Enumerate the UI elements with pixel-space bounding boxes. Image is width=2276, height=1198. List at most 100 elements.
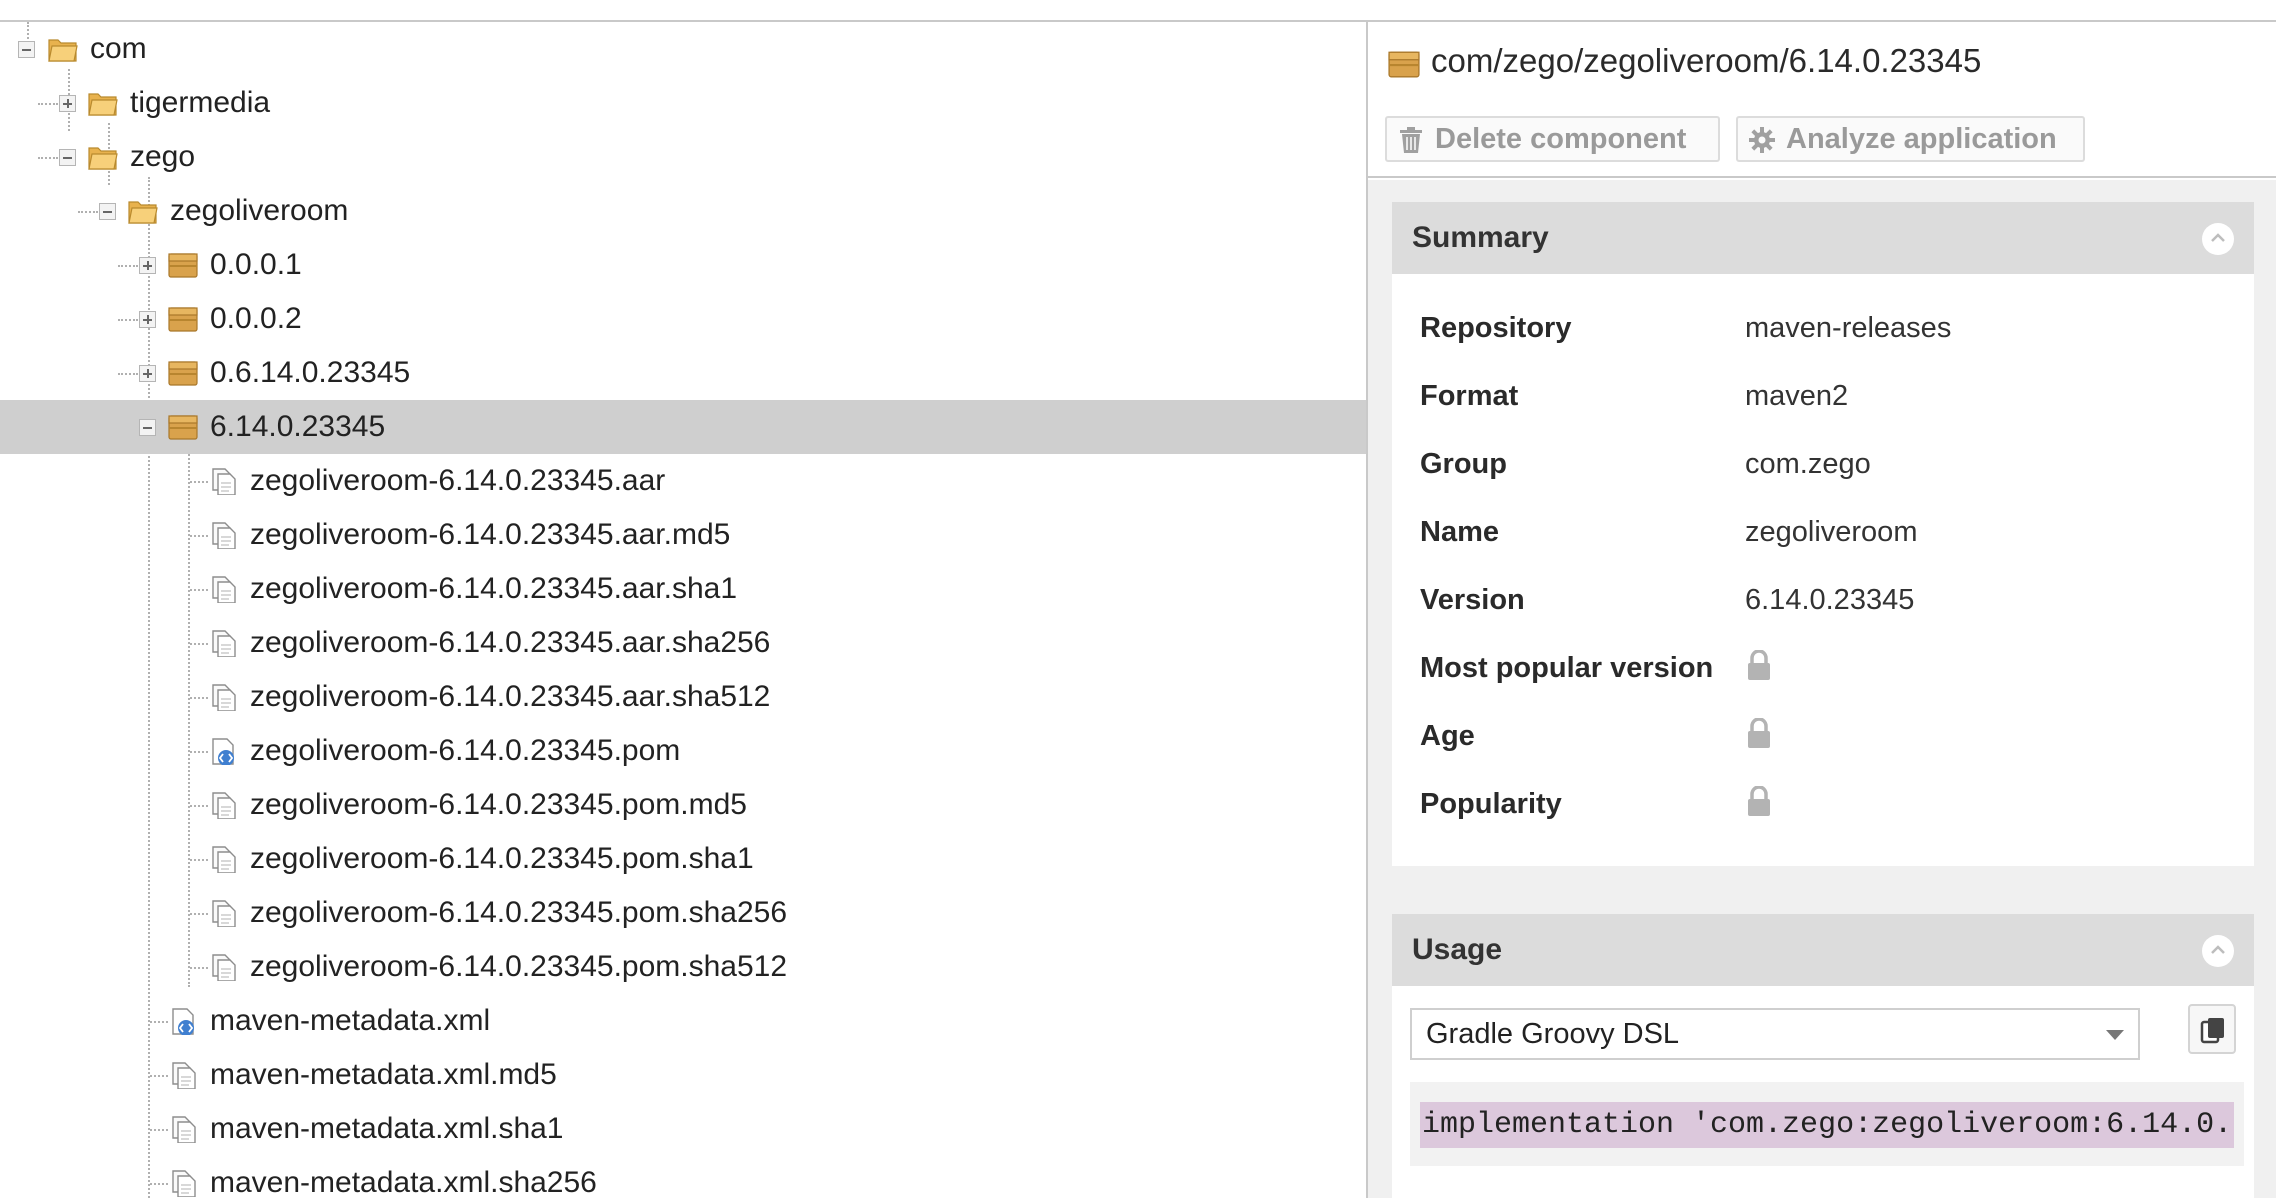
tree-connector	[190, 643, 208, 645]
component-path-title: com/zego/zegoliveroom/6.14.0.23345	[1431, 42, 1982, 79]
file-copy-icon	[212, 954, 236, 981]
file-copy-icon	[212, 792, 236, 819]
usage-title: Usage	[1412, 933, 1503, 966]
tree-node-version[interactable]: 0.0.0.2	[0, 292, 1366, 346]
tree-file[interactable]: zegoliveroom-6.14.0.23345.aar	[0, 454, 1366, 508]
collapse-toggle[interactable]	[139, 419, 156, 436]
tree-file[interactable]: maven-metadata.xml	[0, 994, 1366, 1048]
tree-file-label: zegoliveroom-6.14.0.23345.aar	[250, 464, 666, 497]
tree-file[interactable]: zegoliveroom-6.14.0.23345.pom.sha256	[0, 886, 1366, 940]
file-copy-icon	[212, 684, 236, 711]
tree-node-com[interactable]: com	[0, 22, 1366, 76]
component-box-icon	[168, 253, 198, 278]
tree-node-label: tigermedia	[130, 86, 271, 119]
file-copy-icon	[212, 900, 236, 927]
tree-node-version[interactable]: 0.6.14.0.23345	[0, 346, 1366, 400]
tree-file-label: maven-metadata.xml.sha256	[210, 1166, 597, 1198]
tree-file[interactable]: zegoliveroom-6.14.0.23345.aar.sha512	[0, 670, 1366, 724]
tree-file-label: zegoliveroom-6.14.0.23345.pom.md5	[250, 788, 747, 821]
tree-connector	[78, 211, 98, 213]
copy-snippet-button[interactable]	[2188, 1004, 2236, 1054]
tree-node-version-selected[interactable]: 6.14.0.23345	[0, 400, 1366, 454]
tree-file-label: zegoliveroom-6.14.0.23345.pom.sha1	[250, 842, 754, 875]
expand-toggle[interactable]	[139, 365, 156, 382]
tree-node-label: 0.6.14.0.23345	[210, 356, 411, 389]
file-copy-icon	[212, 468, 236, 495]
build-tool-selected-value: Gradle Groovy DSL	[1426, 1018, 1680, 1050]
collapse-summary-button[interactable]	[2202, 223, 2234, 255]
file-copy-icon	[172, 1116, 196, 1143]
delete-component-button[interactable]: Delete component	[1385, 116, 1720, 162]
tree-file-label: zegoliveroom-6.14.0.23345.pom.sha256	[250, 896, 788, 929]
tree-node-label: zegoliveroom	[170, 194, 349, 227]
tree-connector	[190, 481, 208, 483]
xml-file-icon	[172, 1008, 195, 1035]
tree-connector	[190, 913, 208, 915]
tree-file-label: maven-metadata.xml.md5	[210, 1058, 557, 1091]
expand-toggle[interactable]	[139, 257, 156, 274]
summary-key: Version	[1420, 584, 1525, 616]
summary-key: Popularity	[1420, 788, 1562, 820]
tree-connector	[118, 265, 138, 267]
expand-toggle[interactable]	[59, 95, 76, 112]
top-border	[0, 0, 2276, 22]
collapse-usage-button[interactable]	[2202, 935, 2234, 967]
tree-node-label: 0.0.0.2	[210, 302, 302, 335]
analyze-application-label: Analyze application	[1786, 123, 2057, 155]
tree-file-label: zegoliveroom-6.14.0.23345.aar.sha256	[250, 626, 771, 659]
summary-value: com.zego	[1745, 448, 1871, 480]
tree-connector	[190, 697, 208, 699]
gear-icon	[1749, 127, 1775, 153]
tree-file-label: zegoliveroom-6.14.0.23345.pom	[250, 734, 681, 767]
summary-value: maven-releases	[1745, 312, 1952, 344]
xml-file-icon	[212, 738, 235, 765]
tree-node-version[interactable]: 0.0.0.1	[0, 238, 1366, 292]
tree-file[interactable]: zegoliveroom-6.14.0.23345.aar.md5	[0, 508, 1366, 562]
expand-toggle[interactable]	[139, 311, 156, 328]
tree-file-label: zegoliveroom-6.14.0.23345.aar.md5	[250, 518, 731, 551]
tree-file[interactable]: maven-metadata.xml.md5	[0, 1048, 1366, 1102]
component-details-panel: com/zego/zegoliveroom/6.14.0.23345 Delet…	[1368, 22, 2276, 1198]
tree-node-zego[interactable]: zego	[0, 130, 1366, 184]
chevron-up-icon	[2211, 945, 2225, 954]
tree-connector	[150, 1129, 168, 1131]
tree-file[interactable]: zegoliveroom-6.14.0.23345.aar.sha1	[0, 562, 1366, 616]
tree-node-tigermedia[interactable]: tigermedia	[0, 76, 1366, 130]
tree-file[interactable]: zegoliveroom-6.14.0.23345.pom.md5	[0, 778, 1366, 832]
collapse-toggle[interactable]	[59, 149, 76, 166]
tree-connector	[190, 535, 208, 537]
file-copy-icon	[212, 846, 236, 873]
component-box-icon	[1388, 51, 1420, 78]
collapse-toggle[interactable]	[18, 41, 35, 58]
tree-connector	[150, 1075, 168, 1077]
tree-connector	[190, 751, 208, 753]
summary-card-header[interactable]: Summary	[1392, 202, 2254, 274]
panel-header: com/zego/zegoliveroom/6.14.0.23345 Delet…	[1368, 22, 2276, 178]
tree-file[interactable]: zegoliveroom-6.14.0.23345.pom	[0, 724, 1366, 778]
tree-connector	[190, 805, 208, 807]
tree-file[interactable]: zegoliveroom-6.14.0.23345.aar.sha256	[0, 616, 1366, 670]
trash-icon	[1400, 127, 1422, 153]
tree-file[interactable]: zegoliveroom-6.14.0.23345.pom.sha512	[0, 940, 1366, 994]
usage-snippet-code[interactable]: implementation 'com.zego:zegoliveroom:6.…	[1420, 1102, 2234, 1148]
tree-node-label: 0.0.0.1	[210, 248, 302, 281]
analyze-application-button[interactable]: Analyze application	[1736, 116, 2085, 162]
tree-file[interactable]: maven-metadata.xml.sha256	[0, 1156, 1366, 1198]
tree-connector	[38, 157, 58, 159]
tree-connector	[150, 1021, 168, 1023]
summary-value: 6.14.0.23345	[1745, 584, 1915, 616]
summary-key: Name	[1420, 516, 1499, 548]
usage-snippet-box[interactable]: implementation 'com.zego:zegoliveroom:6.…	[1410, 1082, 2244, 1166]
tree-node-zegoliveroom[interactable]: zegoliveroom	[0, 184, 1366, 238]
tree-connector	[38, 103, 58, 105]
tree-file[interactable]: zegoliveroom-6.14.0.23345.pom.sha1	[0, 832, 1366, 886]
tree-file[interactable]: maven-metadata.xml.sha1	[0, 1102, 1366, 1156]
tree-connector	[190, 859, 208, 861]
component-box-icon	[168, 307, 198, 332]
build-tool-select[interactable]: Gradle Groovy DSL	[1410, 1008, 2140, 1060]
repository-tree[interactable]: com tigermedia zego zegoliveroom 0.0.0.1…	[0, 22, 1366, 1198]
collapse-toggle[interactable]	[99, 203, 116, 220]
usage-card-header[interactable]: Usage	[1392, 914, 2254, 986]
tree-node-label: 6.14.0.23345	[210, 410, 386, 443]
panel-body: Summary Repository maven-releases Format…	[1368, 180, 2276, 1198]
